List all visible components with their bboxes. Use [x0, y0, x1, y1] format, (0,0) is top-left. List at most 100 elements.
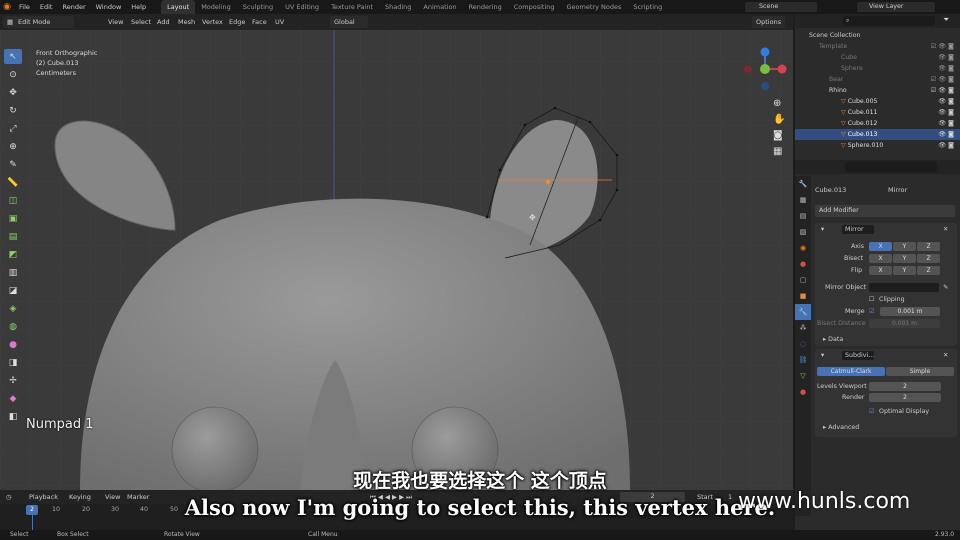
- levels-viewport-field[interactable]: 2: [869, 382, 941, 391]
- transform-tool-icon[interactable]: ⊕: [4, 139, 22, 154]
- mode-selector[interactable]: Edit Mode: [14, 16, 74, 28]
- bevel-tool-icon[interactable]: ◩: [4, 247, 22, 262]
- outliner-row-cube-005[interactable]: ▽ Cube.005 👁 ◙: [795, 96, 960, 107]
- tab-layout[interactable]: Layout: [161, 0, 196, 14]
- visibility-icons[interactable]: ☑ 👁 ◙: [931, 74, 954, 85]
- scale-tool-icon[interactable]: ⤢: [4, 121, 22, 136]
- simple-toggle[interactable]: Simple: [886, 367, 954, 376]
- render-levels-field[interactable]: 2: [869, 393, 941, 402]
- remove-modifier-icon[interactable]: ✕: [943, 225, 948, 234]
- visibility-icons[interactable]: 👁 ◙: [938, 52, 954, 63]
- menu-uv[interactable]: UV: [275, 16, 284, 28]
- panel-collapse-icon[interactable]: ▾: [821, 351, 824, 360]
- bisect-z-toggle[interactable]: Z: [917, 254, 940, 263]
- menu-view[interactable]: View: [108, 16, 123, 28]
- add-modifier-button[interactable]: Add Modifier: [815, 205, 955, 217]
- loop-cut-tool-icon[interactable]: ▥: [4, 265, 22, 280]
- inset-tool-icon[interactable]: ▤: [4, 229, 22, 244]
- knife-tool-icon[interactable]: ◪: [4, 283, 22, 298]
- flip-y-toggle[interactable]: Y: [893, 266, 916, 275]
- menu-vertex[interactable]: Vertex: [202, 16, 223, 28]
- data-tab-icon[interactable]: ▽: [795, 368, 811, 384]
- extrude-tool-icon[interactable]: ▣: [4, 211, 22, 226]
- modifier-tab-icon[interactable]: 🔧: [795, 304, 811, 320]
- data-subpanel-toggle[interactable]: ▸ Data: [823, 335, 843, 344]
- menu-file[interactable]: File: [14, 0, 35, 14]
- tab-animation[interactable]: Animation: [417, 0, 462, 14]
- bisect-x-toggle[interactable]: X: [869, 254, 892, 263]
- flip-x-toggle[interactable]: X: [869, 266, 892, 275]
- optimal-display-checkbox[interactable]: ☑: [869, 407, 875, 416]
- visibility-icons[interactable]: ☑ 👁 ◙: [931, 41, 954, 52]
- tab-modeling[interactable]: Modeling: [195, 0, 237, 14]
- measure-tool-icon[interactable]: 📏: [4, 175, 22, 190]
- flip-z-toggle[interactable]: Z: [917, 266, 940, 275]
- axis-x-toggle[interactable]: X: [869, 242, 892, 251]
- poly-build-tool-icon[interactable]: ◈: [4, 301, 22, 316]
- advanced-subpanel-toggle[interactable]: ▸ Advanced: [823, 423, 859, 432]
- merge-checkbox[interactable]: ☑: [869, 307, 875, 316]
- world-tab-icon[interactable]: ●: [795, 256, 811, 272]
- transform-orientation-selector[interactable]: Global: [330, 16, 368, 28]
- select-box-tool-icon[interactable]: ↖: [4, 49, 22, 64]
- mirror-object-field[interactable]: [869, 283, 939, 292]
- render-tab-icon[interactable]: ▦: [795, 192, 811, 208]
- tab-geometry-nodes[interactable]: Geometry Nodes: [561, 0, 628, 14]
- options-button[interactable]: Options: [752, 16, 786, 28]
- menu-face[interactable]: Face: [252, 16, 267, 28]
- outliner-row-sphere[interactable]: Sphere 👁 ◙: [795, 63, 960, 74]
- menu-window[interactable]: Window: [91, 0, 127, 14]
- object-tab-icon[interactable]: ■: [795, 288, 811, 304]
- outliner-row-cube-013[interactable]: ▽ Cube.013 👁 ◙: [795, 129, 960, 140]
- visibility-icons[interactable]: ☑ 👁 ◙: [931, 85, 954, 96]
- filter-icon[interactable]: ⏷: [943, 15, 949, 25]
- tab-texture-paint[interactable]: Texture Paint: [325, 0, 379, 14]
- axis-z-toggle[interactable]: Z: [917, 242, 940, 251]
- outliner-row-bear[interactable]: Bear ☑ 👁 ◙: [795, 74, 960, 85]
- material-tab-icon[interactable]: ●: [795, 384, 811, 400]
- move-tool-icon[interactable]: ✥: [4, 85, 22, 100]
- bisect-distance-field[interactable]: 0.001 m: [869, 319, 940, 328]
- remove-modifier-icon[interactable]: ✕: [943, 351, 948, 360]
- visibility-icons[interactable]: 👁 ◙: [938, 140, 954, 151]
- shear-tool-icon[interactable]: ◆: [4, 391, 22, 406]
- eyedropper-icon[interactable]: ✎: [943, 283, 948, 292]
- tab-sculpting[interactable]: Sculpting: [237, 0, 279, 14]
- tab-scripting[interactable]: Scripting: [627, 0, 668, 14]
- physics-tab-icon[interactable]: ◌: [795, 336, 811, 352]
- cursor-tool-icon[interactable]: ⊙: [4, 67, 22, 82]
- visibility-icons[interactable]: 👁 ◙: [938, 96, 954, 107]
- menu-edit[interactable]: Edit: [35, 0, 58, 14]
- constraints-tab-icon[interactable]: ⛓: [795, 352, 811, 368]
- tab-uv-editing[interactable]: UV Editing: [279, 0, 325, 14]
- outliner-search-field[interactable]: ⌕: [843, 16, 935, 26]
- outliner-row-template[interactable]: Template ☑ 👁 ◙: [795, 41, 960, 52]
- output-tab-icon[interactable]: ▤: [795, 208, 811, 224]
- shrink-fatten-tool-icon[interactable]: ✢: [4, 373, 22, 388]
- outliner-row-rhino[interactable]: Rhino ☑ 👁 ◙: [795, 85, 960, 96]
- particles-tab-icon[interactable]: ⁂: [795, 320, 811, 336]
- scene-tab-icon[interactable]: ◉: [795, 240, 811, 256]
- grid-toggle-icon[interactable]: ▦: [773, 144, 785, 160]
- zoom-icon[interactable]: ⊕: [773, 96, 785, 112]
- blender-logo-icon[interactable]: ◉: [0, 2, 14, 12]
- visibility-icons[interactable]: 👁 ◙: [938, 118, 954, 129]
- visibility-icons[interactable]: 👁 ◙: [938, 107, 954, 118]
- subdivision-modifier-name-field[interactable]: Subdivi...: [842, 351, 874, 360]
- tool-tab-icon[interactable]: 🔧: [795, 176, 811, 192]
- clipping-checkbox[interactable]: ☐: [869, 295, 875, 304]
- 3d-viewport[interactable]: ✥ Front Orthographic (2) Cube.013 Centim…: [0, 30, 793, 490]
- view-layer-tab-icon[interactable]: ▨: [795, 224, 811, 240]
- spin-tool-icon[interactable]: ◍: [4, 319, 22, 334]
- scene-collection-row[interactable]: Scene Collection: [795, 30, 960, 41]
- annotate-tool-icon[interactable]: ✎: [4, 157, 22, 172]
- rip-tool-icon[interactable]: ◧: [4, 409, 22, 424]
- visibility-icons[interactable]: 👁 ◙: [938, 63, 954, 74]
- collection-tab-icon[interactable]: ▢: [795, 272, 811, 288]
- menu-help[interactable]: Help: [126, 0, 151, 14]
- menu-edge[interactable]: Edge: [229, 16, 245, 28]
- visibility-icons[interactable]: 👁 ◙: [938, 129, 954, 140]
- edge-slide-tool-icon[interactable]: ◨: [4, 355, 22, 370]
- add-cube-tool-icon[interactable]: ◫: [4, 193, 22, 208]
- catmull-clark-toggle[interactable]: Catmull-Clark: [817, 367, 885, 376]
